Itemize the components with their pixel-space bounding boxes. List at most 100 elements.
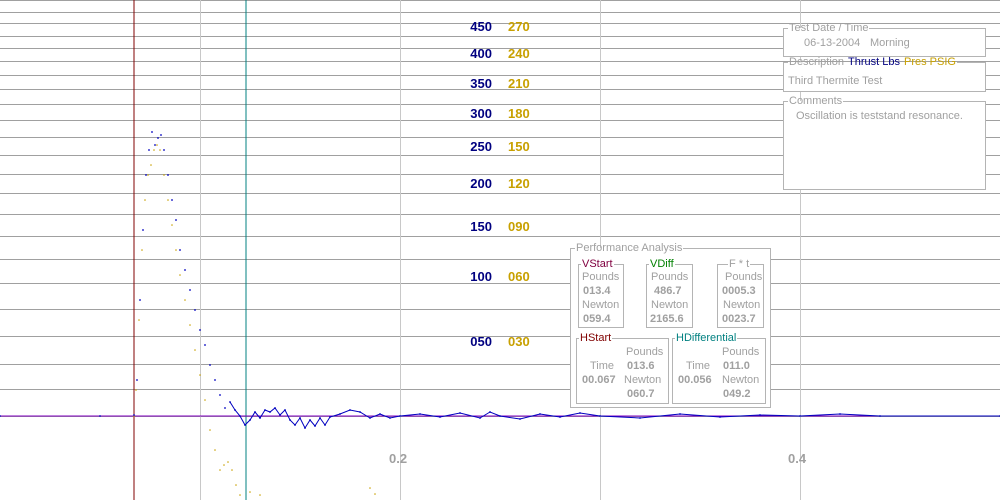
pressure-point xyxy=(159,149,161,151)
vstart-newton-value: 059.4 xyxy=(583,313,611,325)
pressure-point xyxy=(259,494,261,496)
thrust-point xyxy=(179,249,181,251)
hstart-pounds-label: Pounds xyxy=(626,346,664,358)
hstart-newton-label: Newton xyxy=(624,374,662,386)
right-tick-210: 210 xyxy=(508,76,530,91)
thrust-point xyxy=(157,137,159,139)
comments-value[interactable]: Oscillation is teststand resonance. xyxy=(796,110,963,122)
pressure-point xyxy=(369,487,371,489)
pressure-point xyxy=(227,461,229,463)
pressure-point xyxy=(163,174,165,176)
ft-pounds-label: Pounds xyxy=(725,271,763,283)
pressure-point xyxy=(144,199,146,201)
thrust-point xyxy=(209,364,211,366)
description-legend: Description Thrust Lbs Pres PSIG xyxy=(788,56,957,68)
left-tick-400: 400 xyxy=(470,46,492,61)
pressure-point xyxy=(374,493,376,495)
pressure-point xyxy=(214,449,216,451)
pressure-point xyxy=(179,274,181,276)
vdiff-newton-label: Newton xyxy=(651,299,689,311)
thrust-point xyxy=(167,174,169,176)
thrust-point xyxy=(139,299,141,301)
pressure-point xyxy=(138,319,140,321)
left-tick-350: 350 xyxy=(470,76,492,91)
description-value[interactable]: Third Thermite Test xyxy=(788,75,882,87)
right-tick-180: 180 xyxy=(508,106,530,121)
thrust-point xyxy=(145,174,147,176)
pressure-point xyxy=(231,469,233,471)
vstart-pounds-value: 013.4 xyxy=(583,285,611,297)
pressure-point xyxy=(204,399,206,401)
vstart-pounds-label: Pounds xyxy=(582,271,620,283)
x-tick-0-2: 0.2 xyxy=(389,451,408,466)
left-tick-300: 300 xyxy=(470,106,492,121)
pressure-point xyxy=(199,374,201,376)
test-time-value[interactable]: Morning xyxy=(870,37,910,49)
pressure-point xyxy=(147,174,149,176)
thrust-point xyxy=(171,199,173,201)
thrust-point xyxy=(184,269,186,271)
left-tick-450: 450 xyxy=(470,19,492,34)
thrust-point xyxy=(133,414,135,416)
thrust-point xyxy=(148,149,150,151)
pressure-point xyxy=(194,349,196,351)
thrust-point xyxy=(160,134,162,136)
vdiff-newton-value: 2165.6 xyxy=(650,313,684,325)
vdiff-pounds-label: Pounds xyxy=(651,271,689,283)
thrust-point xyxy=(136,379,138,381)
hdiff-pounds-label: Pounds xyxy=(722,346,760,358)
performance-analysis-title: Performance Analysis xyxy=(576,242,683,254)
description-legend-label: Description xyxy=(789,56,845,68)
hdiff-time-label: Time xyxy=(686,360,711,372)
hdiff-newton-label: Newton xyxy=(722,374,760,386)
pressure-point xyxy=(156,144,158,146)
hstart-pounds-value: 013.6 xyxy=(627,360,655,372)
right-tick-030: 030 xyxy=(508,334,530,349)
vstart-newton-label: Newton xyxy=(582,299,620,311)
hdiff-pounds-value: 011.0 xyxy=(723,360,750,372)
pressure-point xyxy=(150,164,152,166)
vdiff-label: VDiff xyxy=(650,258,674,270)
thrust-point xyxy=(151,131,153,133)
legend-pressure: Pres PSIG xyxy=(904,56,956,68)
thrust-point xyxy=(204,344,206,346)
hstart-label: HStart xyxy=(580,332,612,344)
pressure-point xyxy=(239,494,241,496)
pressure-point xyxy=(219,469,221,471)
thrust-point xyxy=(214,379,216,381)
pressure-point xyxy=(175,249,177,251)
pressure-point xyxy=(184,299,186,301)
left-tick-150: 150 xyxy=(470,219,492,234)
right-tick-090: 090 xyxy=(508,219,530,234)
right-tick-270: 270 xyxy=(508,19,530,34)
hdifferential-label: HDifferential xyxy=(676,332,737,344)
thrust-point xyxy=(99,415,101,417)
ft-pounds-value: 0005.3 xyxy=(722,285,756,297)
hstart-time-value: 00.067 xyxy=(582,374,616,386)
thrust-point xyxy=(154,144,156,146)
pressure-point xyxy=(167,199,169,201)
pressure-point xyxy=(249,491,251,493)
left-tick-050: 050 xyxy=(470,334,492,349)
left-tick-250: 250 xyxy=(470,139,492,154)
right-tick-120: 120 xyxy=(508,176,530,191)
vdiff-pounds-value: 486.7 xyxy=(654,285,682,297)
left-tick-200: 200 xyxy=(470,176,492,191)
pressure-point xyxy=(135,389,137,391)
thrust-point xyxy=(175,219,177,221)
vstart-label: VStart xyxy=(582,258,613,270)
right-tick-150: 150 xyxy=(508,139,530,154)
pressure-point xyxy=(209,429,211,431)
ft-label: F * t xyxy=(729,258,750,270)
thrust-point xyxy=(189,289,191,291)
legend-thrust: Thrust Lbs xyxy=(848,56,900,68)
comments-legend: Comments xyxy=(789,95,843,107)
pressure-point xyxy=(171,224,173,226)
test-date-value[interactable]: 06-13-2004 xyxy=(804,37,860,49)
thrust-point xyxy=(219,394,221,396)
hdiff-newton-value: 049.2 xyxy=(723,388,751,400)
pressure-point xyxy=(141,249,143,251)
pressure-point xyxy=(153,149,155,151)
pressure-point xyxy=(223,464,225,466)
ft-newton-value: 0023.7 xyxy=(722,313,756,325)
